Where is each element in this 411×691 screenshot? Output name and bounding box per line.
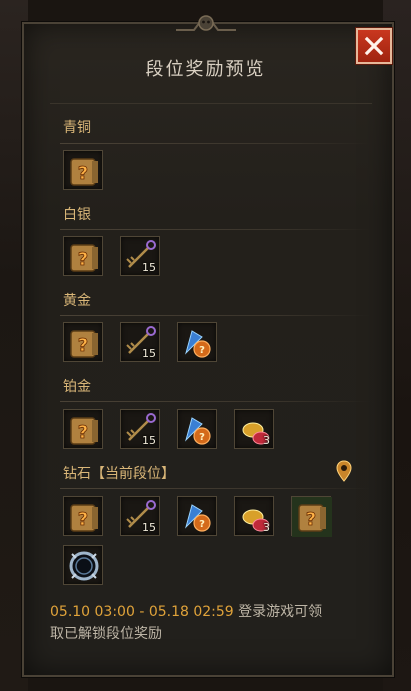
mystery-chest-icon: ? (70, 158, 98, 186)
item-count: 15 (142, 261, 156, 274)
svg-text:?: ? (78, 335, 88, 356)
reward-slot[interactable]: ? (291, 496, 332, 537)
mystery-chest-icon: ? (70, 504, 98, 532)
svg-text:?: ? (306, 509, 316, 530)
svg-text:?: ? (78, 163, 88, 184)
svg-text:?: ? (78, 249, 88, 270)
divider (60, 315, 370, 316)
portal-ring-icon (69, 551, 99, 581)
section-label-diamond: 钻石【当前段位】 (63, 466, 175, 482)
close-icon (364, 36, 384, 56)
divider (60, 143, 370, 144)
item-count: 3 (263, 521, 270, 534)
svg-text:?: ? (199, 432, 205, 443)
skull-ornament-icon (176, 15, 236, 31)
section-label-platinum: 铂金 (63, 379, 91, 395)
reward-slot[interactable]: ? (63, 150, 103, 190)
page-title: 段位奖励预览 (145, 59, 266, 80)
reward-slot[interactable]: 3 (234, 496, 274, 536)
reward-slot[interactable]: ? (177, 322, 217, 362)
mystery-chest-icon: ? (70, 244, 98, 272)
svg-text:?: ? (78, 422, 88, 443)
item-count: 15 (142, 347, 156, 360)
reward-period-note: 05.10 03:00 - 05.18 02:59 登录游戏可领 取已解锁段位奖… (50, 601, 380, 645)
section-label-gold: 黄金 (63, 293, 91, 309)
section-label-bronze: 青铜 (63, 120, 91, 136)
gem-bag-icon: ? (185, 330, 211, 358)
reward-note-line2: 取已解锁段位奖励 (50, 626, 162, 642)
reward-slot[interactable]: ? (63, 236, 103, 276)
item-count: 15 (142, 521, 156, 534)
reward-slot[interactable]: ? (177, 496, 217, 536)
item-count: 15 (142, 434, 156, 447)
svg-text:?: ? (199, 345, 205, 356)
reward-slot[interactable]: ? (63, 496, 103, 536)
reward-period-dates: 05.10 03:00 - 05.18 02:59 (50, 604, 234, 620)
reward-note-line1: 登录游戏可领 (238, 604, 323, 620)
green-mystery-chest-icon: ? (292, 497, 332, 537)
reward-slot[interactable]: 3 (234, 409, 274, 449)
mystery-chest-icon: ? (70, 330, 98, 358)
mystery-chest-icon: ? (70, 417, 98, 445)
svg-text:?: ? (78, 509, 88, 530)
item-count: 3 (263, 434, 270, 447)
reward-slot[interactable]: ? (63, 409, 103, 449)
reward-slot[interactable]: 15 (120, 236, 160, 276)
divider (60, 401, 370, 402)
section-label-silver: 白银 (63, 207, 91, 223)
reward-slot[interactable]: 15 (120, 496, 160, 536)
gem-bag-icon: ? (185, 417, 211, 445)
gem-bag-icon: ? (185, 504, 211, 532)
reward-slot[interactable]: ? (177, 409, 217, 449)
reward-slot[interactable]: ? (63, 322, 103, 362)
reward-slot[interactable]: 15 (120, 409, 160, 449)
divider (60, 488, 370, 489)
svg-text:?: ? (199, 519, 205, 530)
reward-slot[interactable]: 15 (120, 322, 160, 362)
divider (60, 229, 370, 230)
reward-slot[interactable] (63, 545, 103, 585)
location-pin-icon (336, 460, 352, 482)
